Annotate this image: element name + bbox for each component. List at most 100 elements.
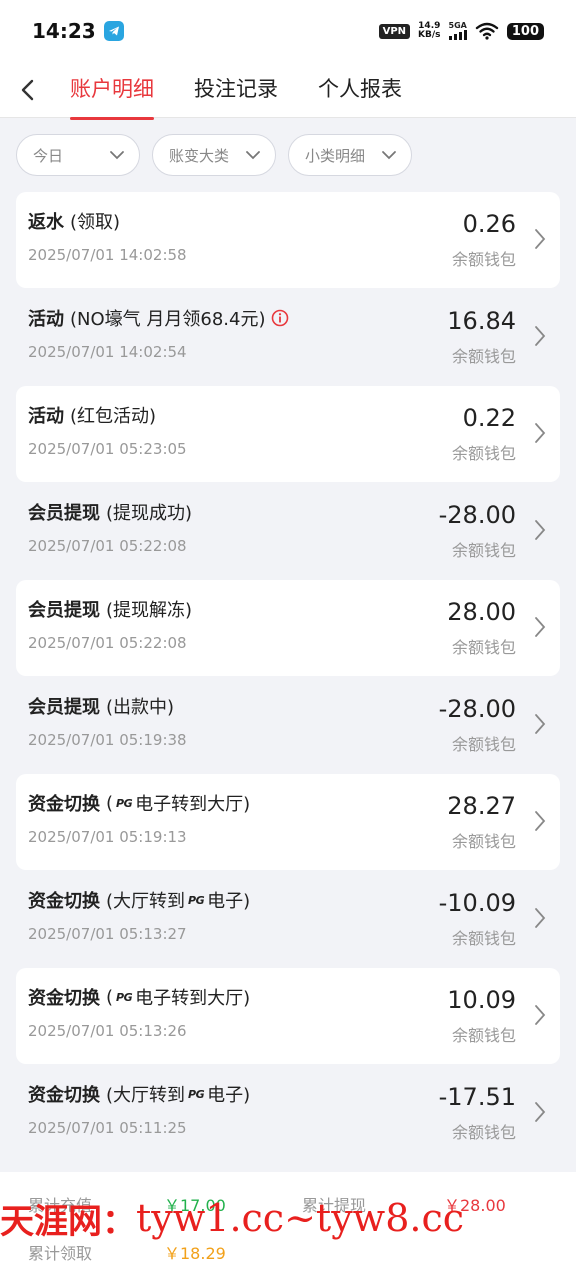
chevron-right-icon bbox=[534, 616, 546, 638]
chevron-down-icon bbox=[371, 150, 397, 160]
filter-row: 今日 账变大类 小类明细 bbox=[16, 134, 412, 176]
chevron-right-icon bbox=[534, 907, 546, 929]
nav-header: 账户明细 投注记录 个人报表 bbox=[0, 62, 576, 120]
chevron-down-icon bbox=[99, 150, 125, 160]
wallet-label: 余额钱包 bbox=[451, 735, 516, 754]
pg-logo-icon: PG bbox=[188, 1087, 205, 1101]
subcategory-filter-dropdown[interactable]: 小类明细 bbox=[288, 134, 412, 176]
transaction-detail: (NO壕气 月月领68.4元) bbox=[70, 309, 266, 330]
watermark-site-name: 天涯网： bbox=[0, 1201, 136, 1242]
chevron-right-icon bbox=[534, 228, 546, 250]
network-speed: 14.9 KB/s bbox=[418, 22, 440, 40]
chevron-left-icon bbox=[21, 79, 34, 100]
transaction-detail-pre: (大厅转到 bbox=[106, 891, 186, 912]
date-filter-label: 今日 bbox=[33, 146, 64, 165]
transaction-type: 返水 bbox=[28, 212, 64, 233]
transaction-amount: -10.09 bbox=[438, 889, 516, 917]
wallet-label: 余额钱包 bbox=[451, 444, 516, 463]
info-icon[interactable] bbox=[271, 309, 289, 327]
transaction-row[interactable]: 返水 (领取) 2025/07/01 14:02:58 0.26 余额钱包 bbox=[16, 192, 560, 288]
transaction-amount: 0.22 bbox=[462, 404, 516, 432]
pg-logo-icon: PG bbox=[116, 796, 133, 810]
status-bar: 14:23 VPN 14.9 KB/s 5GA 100 bbox=[0, 0, 576, 62]
transaction-type: 会员提现 bbox=[28, 697, 100, 718]
wallet-label: 余额钱包 bbox=[451, 1026, 516, 1045]
net-speed-unit: KB/s bbox=[418, 30, 441, 40]
transaction-detail: (提现成功) bbox=[106, 503, 193, 524]
subcategory-filter-label: 小类明细 bbox=[305, 146, 366, 165]
wallet-label: 余额钱包 bbox=[451, 832, 516, 851]
chevron-right-icon bbox=[534, 1004, 546, 1026]
transaction-detail-post: 电子转到大厅) bbox=[135, 988, 251, 1009]
transaction-detail-pre: ( bbox=[106, 986, 114, 1008]
transaction-detail: (红包活动) bbox=[70, 406, 157, 427]
transaction-type: 会员提现 bbox=[28, 503, 100, 524]
signal-icon: 5GA bbox=[448, 21, 467, 40]
transaction-amount: -28.00 bbox=[438, 695, 516, 723]
transaction-row[interactable]: 会员提现 (出款中) 2025/07/01 05:19:38 -28.00 余额钱… bbox=[16, 677, 560, 773]
wallet-label: 余额钱包 bbox=[451, 347, 516, 366]
transaction-type: 资金切换 bbox=[28, 988, 100, 1009]
status-time: 14:23 bbox=[32, 19, 96, 43]
chevron-right-icon bbox=[534, 325, 546, 347]
transaction-type: 资金切换 bbox=[28, 891, 100, 912]
transaction-amount: 16.84 bbox=[447, 307, 516, 335]
chevron-right-icon bbox=[534, 422, 546, 444]
tab-personal-report[interactable]: 个人报表 bbox=[318, 68, 402, 112]
transaction-amount: 28.00 bbox=[447, 598, 516, 626]
transaction-amount: 0.26 bbox=[462, 210, 516, 238]
tab-account-details[interactable]: 账户明细 bbox=[70, 68, 154, 120]
wallet-label: 余额钱包 bbox=[451, 638, 516, 657]
battery-indicator: 100 bbox=[506, 22, 544, 40]
wallet-label: 余额钱包 bbox=[451, 250, 516, 269]
transaction-type: 会员提现 bbox=[28, 600, 100, 621]
watermark-url: tyw1.cc~tyw8.cc bbox=[136, 1196, 465, 1240]
chevron-right-icon bbox=[534, 713, 546, 735]
watermark-overlay: 天涯网： tyw1.cc~tyw8.cc bbox=[0, 1190, 576, 1246]
pg-logo-icon: PG bbox=[116, 990, 133, 1004]
category-filter-label: 账变大类 bbox=[169, 146, 230, 165]
chevron-right-icon bbox=[534, 519, 546, 541]
wallet-label: 余额钱包 bbox=[451, 541, 516, 560]
transaction-detail: (领取) bbox=[70, 212, 121, 233]
transaction-type: 资金切换 bbox=[28, 794, 100, 815]
transaction-row[interactable]: 会员提现 (提现解冻) 2025/07/01 05:22:08 28.00 余额钱… bbox=[16, 580, 560, 676]
tab-bet-records[interactable]: 投注记录 bbox=[194, 68, 278, 112]
wallet-label: 余额钱包 bbox=[451, 1123, 516, 1142]
transaction-type: 活动 bbox=[28, 406, 64, 427]
transaction-detail: (出款中) bbox=[106, 697, 175, 718]
transaction-amount: 28.27 bbox=[447, 792, 516, 820]
transaction-detail-pre: (大厅转到 bbox=[106, 1085, 186, 1106]
transaction-row[interactable]: 资金切换(PG 电子转到大厅) 2025/07/01 05:13:26 10.09… bbox=[16, 968, 560, 1064]
wallet-label: 余额钱包 bbox=[451, 929, 516, 948]
transaction-type: 活动 bbox=[28, 309, 64, 330]
pg-logo-icon: PG bbox=[188, 893, 205, 907]
transaction-detail-post: 电子) bbox=[207, 1085, 251, 1106]
wifi-icon bbox=[475, 22, 499, 40]
transaction-row[interactable]: 活动 (NO壕气 月月领68.4元) 2025/07/01 14:02:54 16… bbox=[16, 289, 560, 385]
transaction-detail-post: 电子) bbox=[207, 891, 251, 912]
transaction-amount: -28.00 bbox=[438, 501, 516, 529]
status-icons: VPN 14.9 KB/s 5GA 100 bbox=[378, 21, 544, 40]
chevron-right-icon bbox=[534, 810, 546, 832]
transaction-row[interactable]: 资金切换 (大厅转到 PG 电子) 2025/07/01 05:13:27 -10.0… bbox=[16, 871, 560, 967]
vpn-badge: VPN bbox=[378, 23, 411, 39]
back-button[interactable] bbox=[6, 68, 50, 112]
transaction-row[interactable]: 会员提现 (提现成功) 2025/07/01 05:22:08 -28.00 余额… bbox=[16, 483, 560, 579]
transaction-amount: 10.09 bbox=[447, 986, 516, 1014]
transaction-list: 返水 (领取) 2025/07/01 14:02:58 0.26 余额钱包 活动(… bbox=[16, 192, 560, 1162]
transaction-row[interactable]: 资金切换(PG 电子转到大厅) 2025/07/01 05:19:13 28.27… bbox=[16, 774, 560, 870]
transaction-amount: -17.51 bbox=[438, 1083, 516, 1111]
telegram-icon bbox=[103, 21, 124, 41]
network-type: 5GA bbox=[448, 21, 467, 30]
transaction-row[interactable]: 活动 (红包活动) 2025/07/01 05:23:05 0.22 余额钱包 bbox=[16, 386, 560, 482]
chevron-down-icon bbox=[235, 150, 261, 160]
transaction-row[interactable]: 资金切换 (大厅转到 PG 电子) 2025/07/01 05:11:25 -17.5… bbox=[16, 1065, 560, 1161]
chevron-right-icon bbox=[534, 1101, 546, 1123]
category-filter-dropdown[interactable]: 账变大类 bbox=[152, 134, 276, 176]
date-filter-dropdown[interactable]: 今日 bbox=[16, 134, 140, 176]
transaction-detail: (提现解冻) bbox=[106, 600, 193, 621]
transaction-detail-pre: ( bbox=[106, 792, 114, 814]
transaction-detail-post: 电子转到大厅) bbox=[135, 794, 251, 815]
transaction-type: 资金切换 bbox=[28, 1085, 100, 1106]
